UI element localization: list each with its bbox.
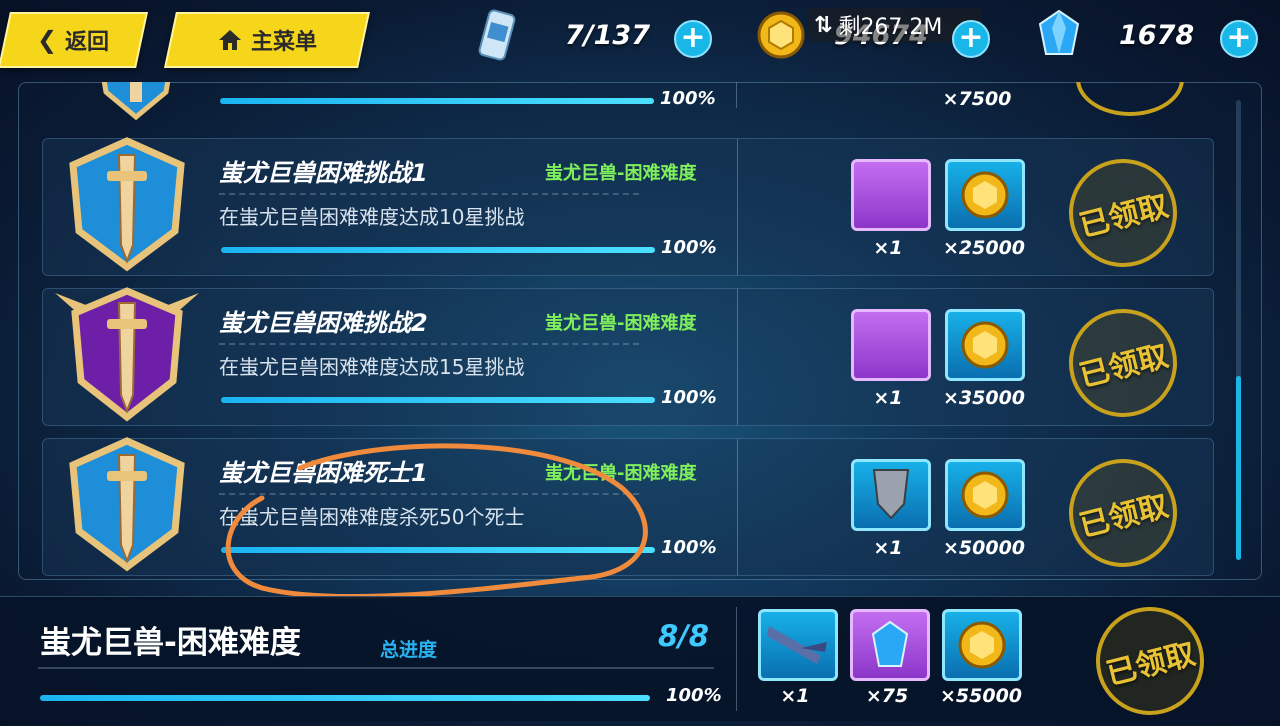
claimed-stamp: 已领取 — [1057, 447, 1189, 579]
scrollbar-thumb[interactable] — [1236, 376, 1241, 560]
progress-percent: 100% — [660, 88, 716, 109]
main-menu-label: 主菜单 — [250, 30, 317, 55]
crystal-reward-icon[interactable] — [850, 609, 930, 681]
claimed-stamp: 已领取 — [1084, 595, 1216, 726]
achievement-badge-icon — [69, 137, 185, 272]
reward-quantity: ×75 — [865, 685, 909, 707]
shield-icon — [872, 469, 910, 520]
add-stamina-button[interactable]: + — [674, 20, 712, 58]
reward-quantity: ×1 — [873, 387, 903, 409]
summary-title: 蚩尤巨兽-困难难度 — [40, 625, 301, 661]
coin-icon — [961, 471, 1009, 519]
achievement-title: 蚩尤巨兽困难挑战1 — [219, 159, 428, 187]
difficulty-tag: 蚩尤巨兽-困难难度 — [545, 163, 697, 184]
coin-reward-icon[interactable] — [942, 609, 1022, 681]
achievement-badge-icon — [55, 287, 199, 422]
achievement-badge-icon — [101, 82, 171, 121]
crystal-value: 1678 — [1119, 20, 1195, 51]
sword-icon — [767, 626, 827, 664]
summary-label: 总进度 — [380, 639, 438, 661]
difficulty-tag: 蚩尤巨兽-困难难度 — [545, 313, 697, 334]
puzzle-piece-reward-icon[interactable] — [851, 159, 931, 231]
weapon-reward-icon[interactable] — [758, 609, 838, 681]
armor-shard-reward-icon[interactable] — [851, 459, 931, 531]
achievement-description: 在蚩尤巨兽困难难度达成10星挑战 — [219, 205, 525, 229]
reward-quantity: ×7500 — [942, 88, 1012, 110]
claimed-stamp: 已领取 — [1057, 147, 1189, 279]
achievement-badge-icon — [69, 437, 185, 572]
progress-percent: 100% — [661, 537, 717, 558]
reward-quantity: ×55000 — [939, 685, 1023, 707]
reward-quantity: ×25000 — [942, 237, 1026, 259]
puzzle-piece-reward-icon[interactable] — [851, 309, 931, 381]
home-icon — [218, 30, 241, 50]
main-menu-button[interactable]: 主菜单 — [164, 12, 370, 68]
claimed-stamp: 已领取 — [1057, 297, 1189, 429]
achievement-description: 在蚩尤巨兽困难难度达成15星挑战 — [219, 355, 525, 379]
network-overlay-text: 剩267.2M — [838, 15, 943, 40]
crystal-icon — [1038, 9, 1080, 55]
coin-reward-icon[interactable] — [945, 309, 1025, 381]
coin-icon — [961, 321, 1009, 369]
coin-icon — [757, 11, 805, 59]
achievement-title: 蚩尤巨兽困难挑战2 — [219, 309, 428, 337]
achievement-row: 蚩尤巨兽困难挑战2 蚩尤巨兽-困难难度 在蚩尤巨兽困难难度达成15星挑战 100… — [42, 287, 1214, 429]
coin-icon — [958, 621, 1006, 669]
coin-reward-icon[interactable] — [945, 159, 1025, 231]
reward-quantity: ×1 — [873, 237, 903, 259]
reward-quantity: ×1 — [780, 685, 810, 707]
summary-progress-percent: 100% — [666, 685, 722, 706]
back-label: 返回 — [65, 30, 110, 55]
add-coins-button[interactable]: + — [952, 20, 990, 58]
summary-count: 8/8 — [658, 619, 709, 653]
claimed-stamp — [1076, 82, 1184, 116]
achievement-row: 蚩尤巨兽困难挑战1 蚩尤巨兽-困难难度 在蚩尤巨兽困难难度达成10星挑战 100… — [42, 137, 1214, 279]
coin-reward-icon[interactable] — [945, 459, 1025, 531]
crystal-icon — [871, 620, 909, 667]
add-crystals-button[interactable]: + — [1220, 20, 1258, 58]
summary-bar: 蚩尤巨兽-困难难度 总进度 8/8 100% ×1 ×75 ×55000 已领取 — [0, 595, 1280, 726]
stamina-value: 7/137 — [565, 20, 651, 51]
stamina-can-icon — [478, 9, 516, 61]
chevron-left-icon: ❮ — [36, 26, 58, 54]
annotation-circle — [225, 443, 648, 600]
progress-percent: 100% — [661, 237, 717, 258]
data-transfer-icon: ⇅ — [814, 12, 833, 38]
achievement-row-partial: 100% ×7500 — [42, 82, 1212, 124]
reward-quantity: ×35000 — [942, 387, 1026, 409]
progress-percent: 100% — [661, 387, 717, 408]
reward-quantity: ×50000 — [942, 537, 1026, 559]
back-button[interactable]: ❮ 返回 — [0, 12, 148, 68]
reward-quantity: ×1 — [873, 537, 903, 559]
coin-icon — [961, 171, 1009, 219]
